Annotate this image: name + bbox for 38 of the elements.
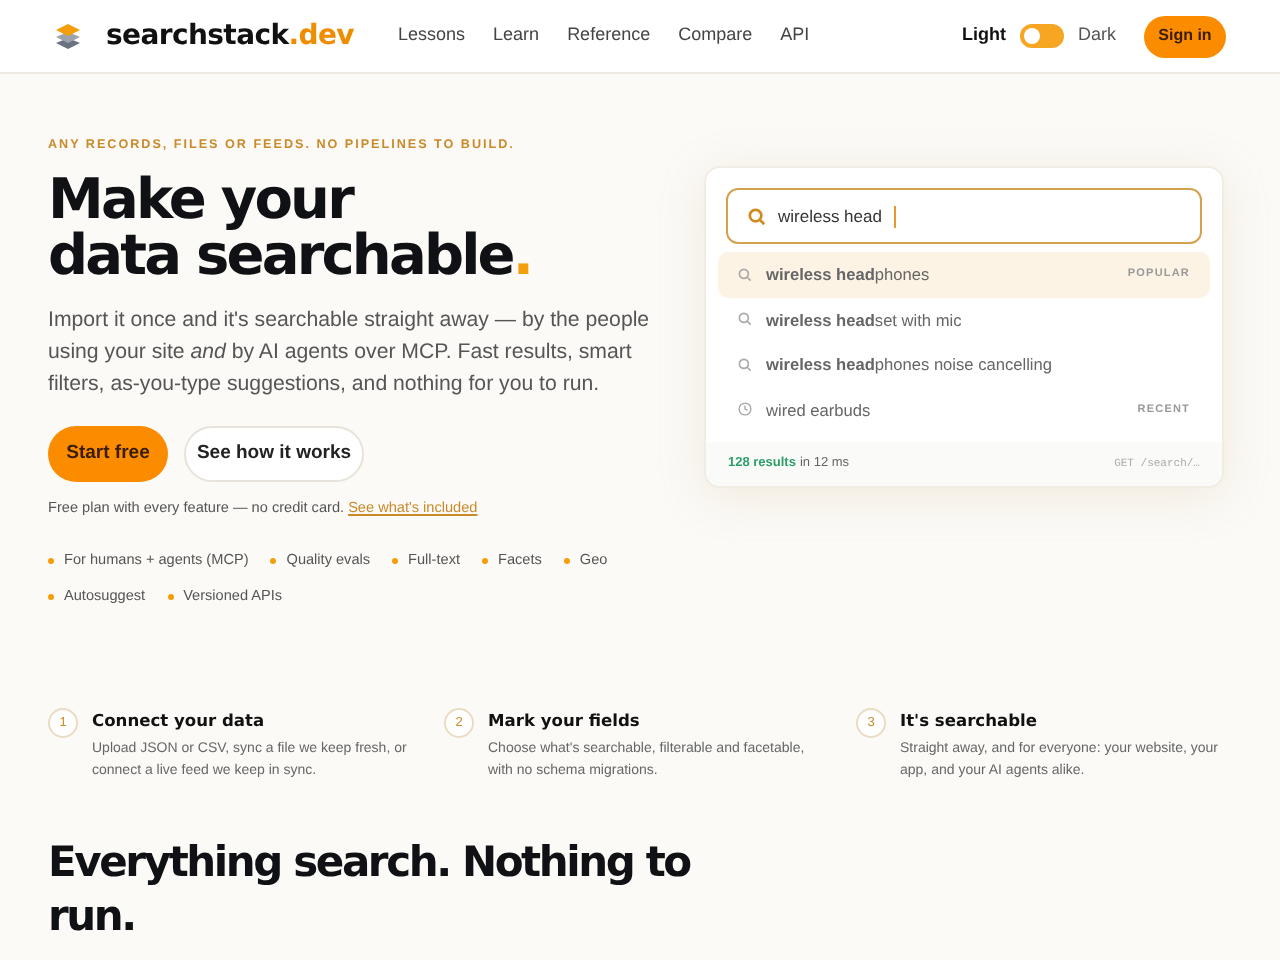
start-button[interactable]: Start free: [48, 426, 168, 483]
step-title: Connect your data: [92, 708, 267, 734]
bullet-icon: [48, 594, 54, 601]
search-icon: [748, 207, 766, 225]
bullet-icon: [563, 558, 570, 565]
nav-link[interactable]: Lessons: [398, 22, 466, 50]
clock-icon: [738, 402, 752, 417]
theme-option[interactable]: Dark: [1077, 22, 1116, 50]
bullet-icon: [392, 558, 399, 565]
sign-in-button[interactable]: Sign in: [1144, 15, 1226, 57]
hero-description: Import it once and it's searchable straight away — by the people using your site and by AI agents over MCP. Fast results, smart filters, as-you-type suggestions, and nothing for you to run.: [48, 306, 652, 401]
nav-link[interactable]: Learn: [493, 22, 540, 50]
bullet-icon: [482, 558, 488, 565]
suggestion-item[interactable]: wireless headphones noise cancelling: [718, 342, 1210, 387]
suggestion-item[interactable]: wireless headset with mic: [718, 297, 1210, 342]
nav-link[interactable]: Reference: [567, 22, 651, 50]
step-title: It's searchable: [900, 708, 1040, 734]
suggestion-text: wireless headset with mic: [766, 307, 962, 332]
search-icon: [738, 312, 752, 327]
bullet-icon: [270, 558, 277, 565]
bullet-icon: [48, 558, 54, 565]
section-heading: Everything search. Nothing to run.: [48, 835, 693, 944]
bullet-icon: [167, 594, 174, 601]
search-field[interactable]: wireless head: [726, 188, 1202, 244]
theme-option[interactable]: Light: [961, 22, 1006, 50]
nav-link[interactable]: Compare: [678, 22, 753, 50]
suggestion-text: wireless headphones noise cancelling: [766, 352, 1052, 377]
step-title: Mark your fields: [488, 708, 642, 734]
nav-link[interactable]: API: [780, 22, 810, 50]
brand-logo[interactable]: searchstack.dev: [106, 15, 354, 57]
how-it-works-button[interactable]: See how it works: [184, 426, 364, 483]
suggestion-text: wireless headphones: [766, 262, 930, 287]
layers-logo-icon: [54, 21, 82, 51]
search-icon: [738, 267, 752, 282]
suggestion-text: wired earbuds: [766, 397, 871, 422]
theme-toggle[interactable]: [1019, 24, 1064, 48]
search-icon: [738, 357, 752, 372]
hero-headline: Make your data searchable.: [48, 172, 534, 285]
